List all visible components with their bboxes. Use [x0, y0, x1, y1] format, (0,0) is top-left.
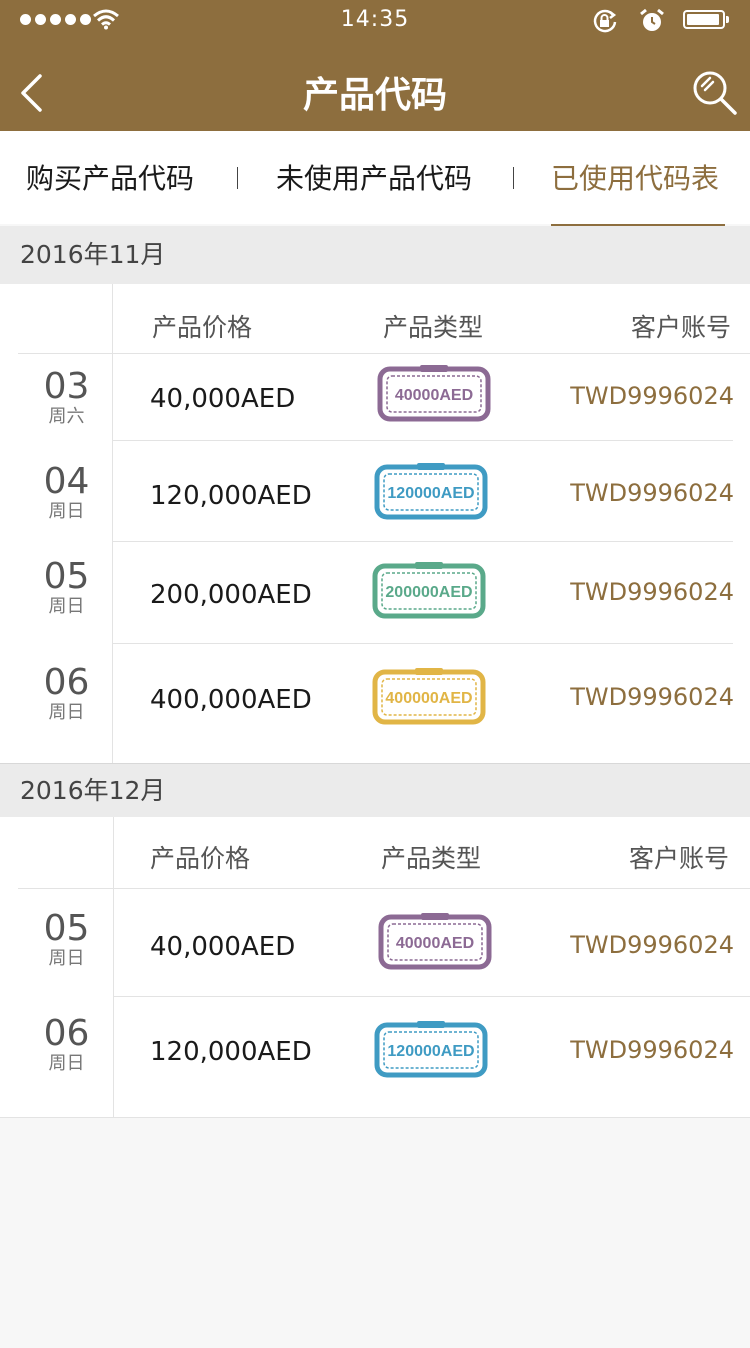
tab-divider [237, 167, 238, 189]
tab-used-codes[interactable]: 已使用代码表 [551, 157, 719, 197]
row-date: 06 周日 [0, 1015, 133, 1075]
ticket-label: 200000AED [385, 584, 472, 601]
row-account[interactable]: TWD9996024 [570, 578, 734, 606]
product-ticket-icon[interactable]: 200000AED [371, 560, 487, 622]
month-header: 2016年12月 [0, 763, 750, 817]
divider [114, 996, 750, 997]
row-day: 06 [43, 1013, 90, 1054]
row-weekday: 周六 [48, 406, 85, 427]
product-ticket-icon[interactable]: 400000AED [371, 666, 487, 728]
ticket-label: 120000AED [387, 1043, 474, 1060]
row-account[interactable]: TWD9996024 [570, 382, 734, 410]
product-ticket-icon[interactable]: 120000AED [373, 1019, 489, 1081]
row-weekday: 周日 [48, 501, 85, 522]
row-date: 04 周日 [0, 463, 133, 523]
row-account[interactable]: TWD9996024 [570, 683, 734, 711]
tab-buy-codes[interactable]: 购买产品代码 [26, 157, 194, 197]
column-header-account: 客户账号 [631, 313, 732, 342]
row-weekday: 周日 [48, 948, 85, 969]
row-price: 120,000AED [150, 1037, 312, 1067]
product-ticket-icon[interactable]: 120000AED [373, 461, 489, 523]
row-account[interactable]: TWD9996024 [570, 931, 734, 959]
divider [18, 888, 750, 889]
row-price: 400,000AED [150, 685, 312, 715]
divider [113, 643, 733, 644]
divider [113, 541, 733, 542]
status-bar: 14:35 [0, 0, 750, 40]
divider [113, 440, 733, 441]
row-account[interactable]: TWD9996024 [570, 1036, 734, 1064]
row-weekday: 周日 [48, 596, 85, 617]
row-price: 120,000AED [150, 481, 312, 511]
search-icon[interactable] [690, 68, 740, 116]
rotation-lock-icon [593, 9, 617, 33]
column-header-type: 产品类型 [383, 313, 484, 342]
alarm-icon [640, 8, 664, 31]
row-date: 05 周日 [0, 910, 133, 970]
ticket-label: 40000AED [396, 935, 474, 952]
battery-icon [683, 10, 729, 29]
app-header: 14:35 产品代码 [0, 0, 750, 131]
row-weekday: 周日 [48, 702, 85, 723]
divider [18, 353, 750, 354]
row-day: 06 [43, 662, 90, 703]
row-day: 05 [43, 556, 90, 597]
tab-unused-codes[interactable]: 未使用产品代码 [276, 157, 472, 197]
ticket-label: 400000AED [385, 690, 472, 707]
ticket-label: 40000AED [395, 387, 473, 404]
page-title: 产品代码 [302, 75, 447, 116]
status-time: 14:35 [340, 7, 410, 32]
month-section: 产品价格 产品类型 客户账号 05 周日 40,000AED 40000AED … [0, 817, 750, 1117]
column-header-account: 客户账号 [629, 844, 730, 873]
row-date: 03 周六 [0, 368, 133, 428]
divider [0, 1117, 750, 1118]
row-day: 05 [43, 908, 90, 949]
row-day: 04 [43, 461, 90, 502]
product-ticket-icon[interactable]: 40000AED [376, 363, 492, 425]
tab-bar: 购买产品代码 未使用产品代码 已使用代码表 [0, 131, 750, 227]
tab-divider [513, 167, 514, 189]
row-date: 06 周日 [0, 664, 133, 724]
column-header-type: 产品类型 [381, 844, 482, 873]
row-day: 03 [43, 366, 90, 407]
product-ticket-icon[interactable]: 40000AED [377, 911, 493, 973]
row-account[interactable]: TWD9996024 [570, 479, 734, 507]
row-weekday: 周日 [48, 1053, 85, 1074]
row-price: 40,000AED [150, 932, 296, 962]
column-header-price: 产品价格 [150, 844, 251, 873]
column-header-price: 产品价格 [152, 313, 253, 342]
month-section: 产品价格 产品类型 客户账号 03 周六 40,000AED 40000AED … [0, 284, 750, 763]
month-header: 2016年11月 [0, 226, 750, 284]
ticket-label: 120000AED [387, 485, 474, 502]
row-price: 40,000AED [150, 384, 296, 414]
row-date: 05 周日 [0, 558, 133, 618]
row-price: 200,000AED [150, 580, 312, 610]
